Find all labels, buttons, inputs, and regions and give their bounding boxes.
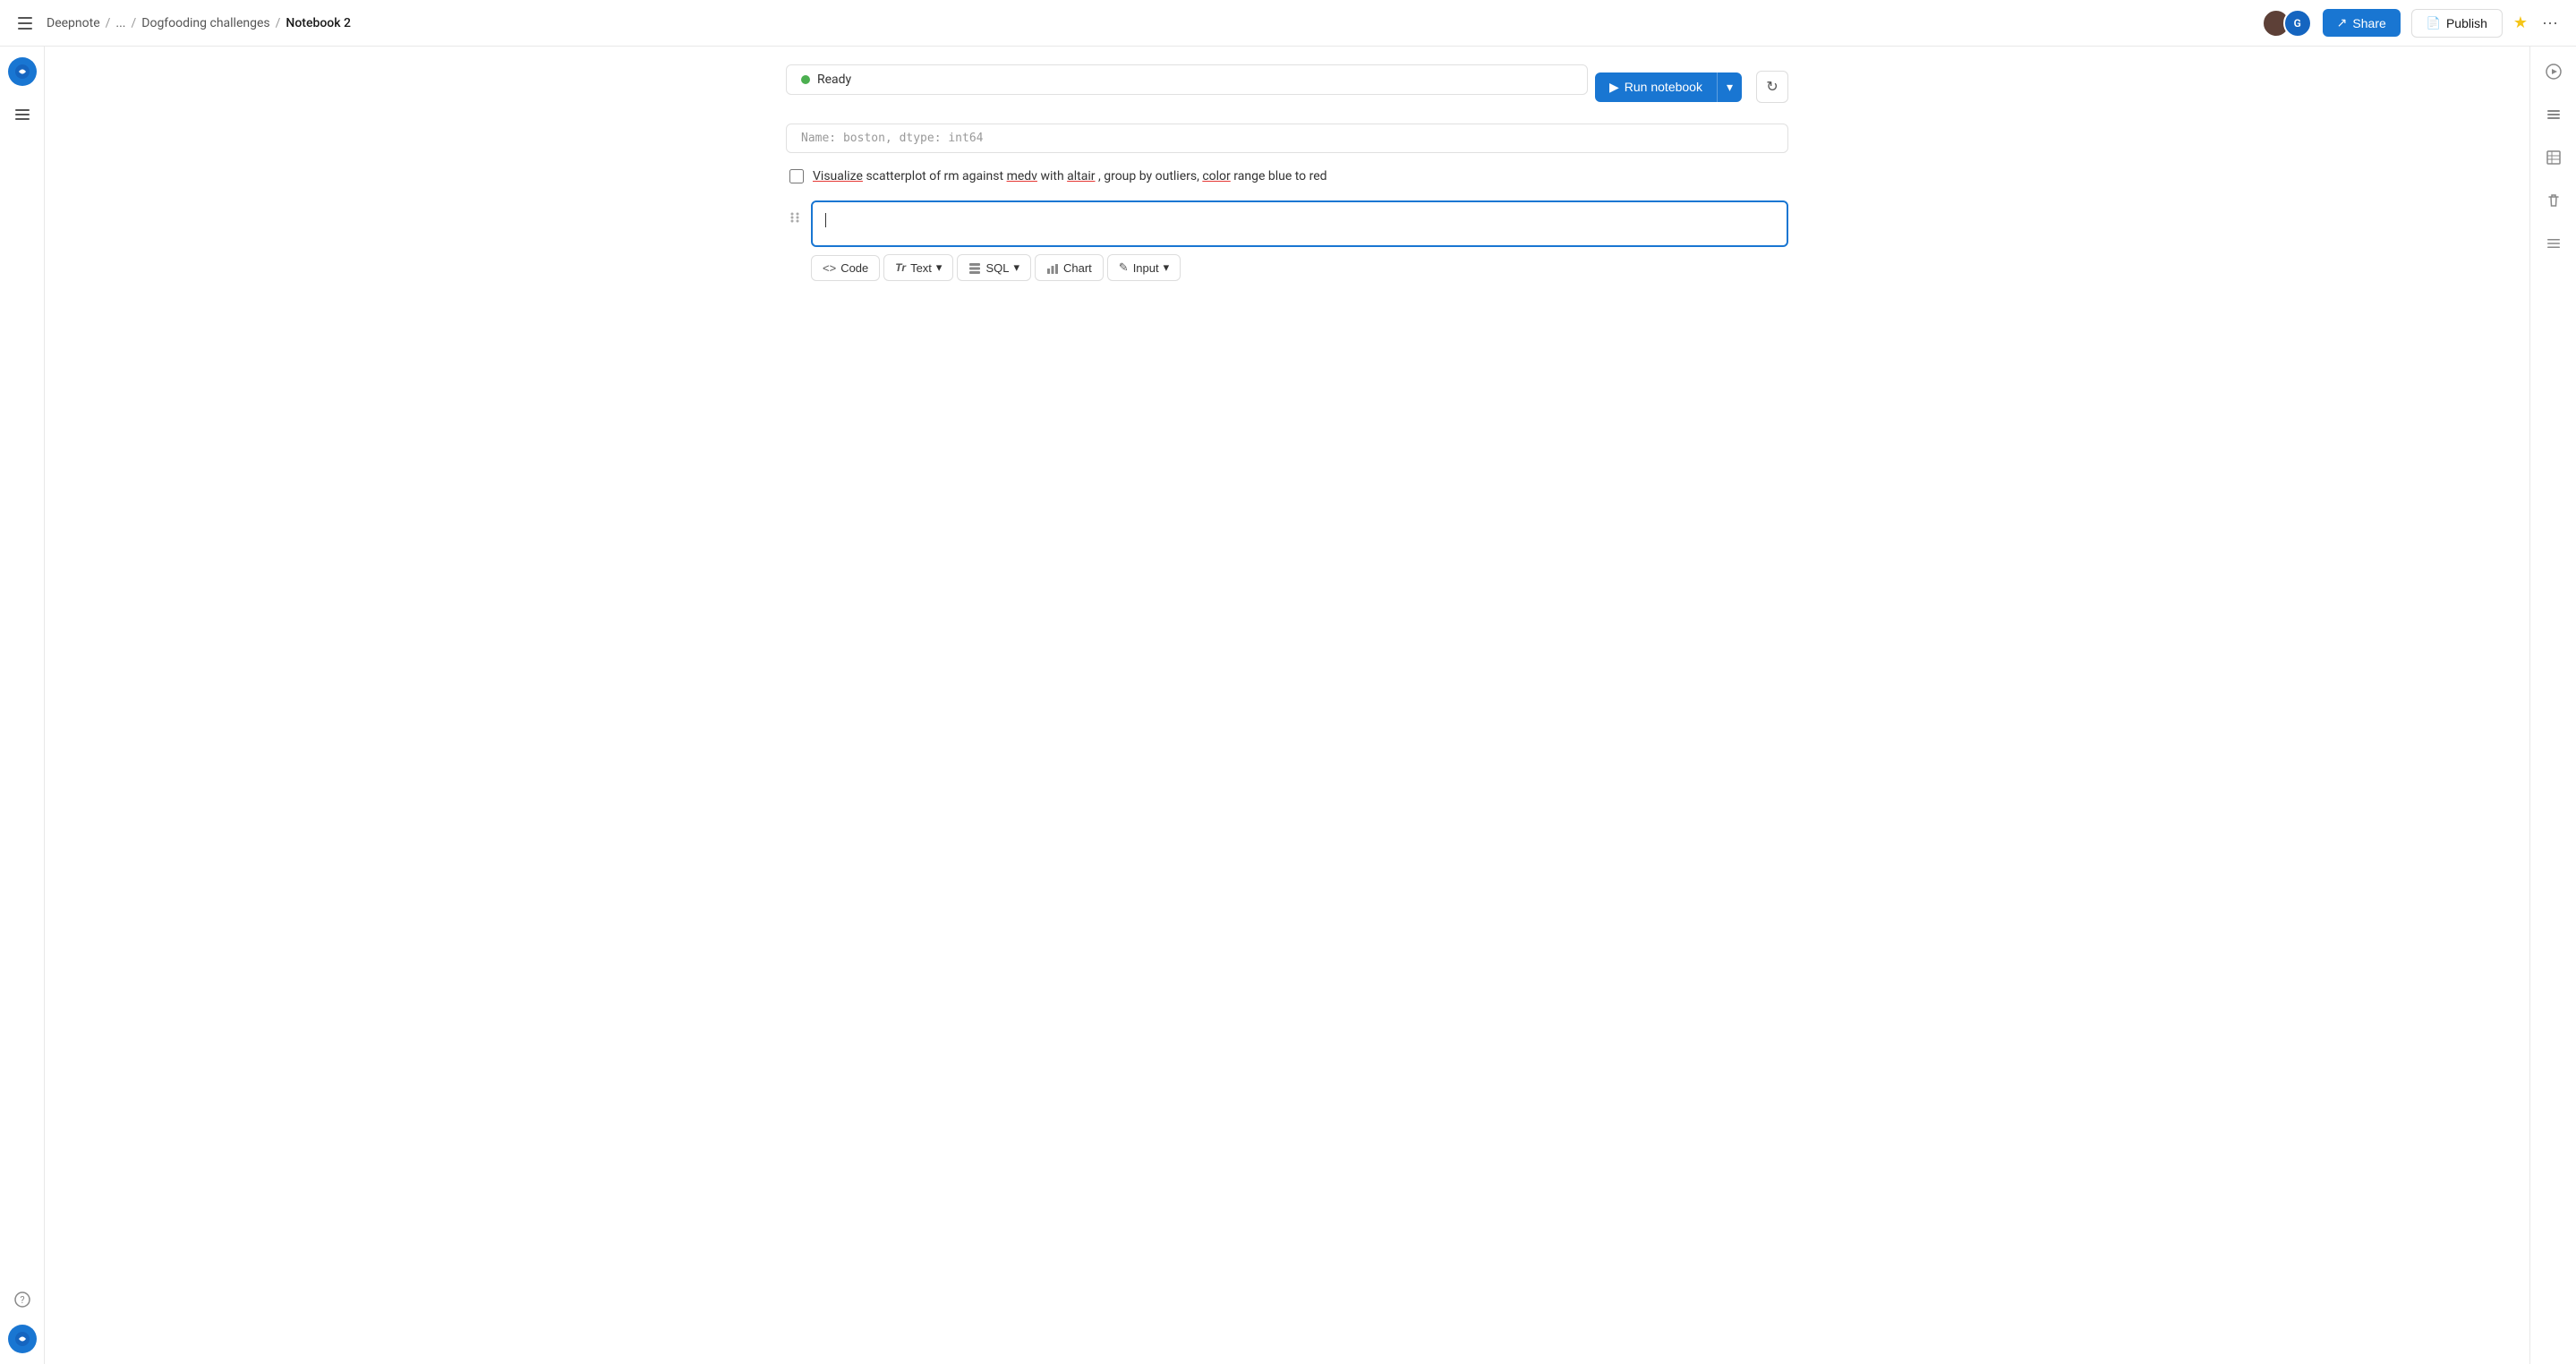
sidebar-icon-menu[interactable] bbox=[8, 100, 37, 129]
color-underline: color bbox=[1202, 169, 1230, 183]
text-icon: Tr bbox=[895, 261, 906, 274]
main-content: Ready ▶ Run notebook ▾ ↻ Name: bost bbox=[45, 47, 2529, 1364]
sidebar-bottom: ? bbox=[8, 1285, 37, 1353]
status-row: Ready ▶ Run notebook ▾ ↻ bbox=[786, 64, 1788, 109]
breadcrumb-current: Notebook 2 bbox=[286, 16, 351, 30]
input-icon: ✎ bbox=[1119, 260, 1129, 275]
run-dropdown-arrow[interactable]: ▾ bbox=[1718, 72, 1742, 102]
topbar: Deepnote / ... / Dogfooding challenges /… bbox=[0, 0, 2576, 47]
sidebar-bottom-logo[interactable] bbox=[8, 1325, 37, 1353]
visualize-underline: Visualize bbox=[813, 169, 863, 183]
run-play-icon: ▶ bbox=[1609, 80, 1619, 95]
cell-drag-handle[interactable] bbox=[786, 200, 804, 224]
right-icon-more[interactable] bbox=[2539, 229, 2568, 258]
chart-label: Chart bbox=[1063, 261, 1092, 275]
toolbar-code-button[interactable]: <> Code bbox=[811, 255, 880, 281]
share-icon: ↗ bbox=[2337, 15, 2348, 30]
svg-text:?: ? bbox=[20, 1294, 24, 1306]
input-dropdown-icon: ▾ bbox=[1164, 260, 1170, 275]
cell-toolbar: <> Code Tr Text ▾ bbox=[811, 247, 1788, 288]
text-cursor bbox=[825, 213, 826, 227]
checkbox-label: Visualize scatterplot of rm against medv… bbox=[813, 167, 1327, 186]
toolbar-input-button[interactable]: ✎ Input ▾ bbox=[1107, 254, 1181, 281]
cell-input[interactable] bbox=[811, 200, 1788, 247]
share-label: Share bbox=[2352, 16, 2385, 30]
status-text: Ready bbox=[817, 72, 851, 87]
share-button[interactable]: ↗ Share bbox=[2323, 9, 2401, 37]
breadcrumb-sep1: / bbox=[106, 16, 111, 30]
run-notebook-label: Run notebook bbox=[1625, 80, 1702, 94]
right-sidebar bbox=[2529, 47, 2576, 1364]
altair-underline: altair bbox=[1067, 169, 1095, 183]
chevron-down-icon: ▾ bbox=[1727, 80, 1733, 95]
text-dropdown-icon: ▾ bbox=[936, 260, 943, 275]
medv-underline: medv bbox=[1007, 169, 1037, 183]
cell-wrapper: <> Code Tr Text ▾ bbox=[811, 200, 1788, 288]
run-notebook-button[interactable]: ▶ Run notebook ▾ bbox=[1595, 72, 1742, 102]
sql-label: SQL bbox=[985, 261, 1009, 275]
task-checkbox[interactable] bbox=[789, 169, 804, 183]
status-bar: Ready bbox=[786, 64, 1588, 95]
breadcrumb-sep2: / bbox=[131, 16, 136, 30]
sql-dropdown-icon: ▾ bbox=[1013, 260, 1019, 275]
breadcrumb: Deepnote / ... / Dogfooding challenges /… bbox=[47, 16, 351, 30]
code-label: Code bbox=[840, 261, 868, 275]
left-sidebar: ? bbox=[0, 47, 45, 1364]
right-icon-delete[interactable] bbox=[2539, 186, 2568, 215]
star-button[interactable]: ★ bbox=[2513, 13, 2528, 32]
publish-icon: 📄 bbox=[2427, 16, 2441, 30]
text-label: Text bbox=[910, 261, 932, 275]
cell-container: <> Code Tr Text ▾ bbox=[786, 200, 1788, 288]
avatar-group: G bbox=[2262, 9, 2312, 38]
toolbar-sql-button[interactable]: SQL ▾ bbox=[957, 254, 1031, 281]
run-notebook-main[interactable]: ▶ Run notebook bbox=[1595, 72, 1718, 102]
faded-cell-text: Name: boston, dtype: int64 bbox=[801, 132, 984, 145]
main-layout: ? Ready ▶ Run n bbox=[0, 47, 2576, 1364]
refresh-button[interactable]: ↻ bbox=[1756, 71, 1788, 103]
menu-icon[interactable] bbox=[14, 11, 39, 36]
sidebar-icon-help[interactable]: ? bbox=[8, 1285, 37, 1314]
status-dot bbox=[801, 75, 810, 84]
right-icon-table[interactable] bbox=[2539, 143, 2568, 172]
topbar-left: Deepnote / ... / Dogfooding challenges /… bbox=[14, 11, 351, 36]
more-button[interactable]: ··· bbox=[2538, 10, 2562, 36]
refresh-icon: ↻ bbox=[1766, 78, 1778, 96]
topbar-right: G ↗ Share 📄 Publish ★ ··· bbox=[2262, 9, 2562, 38]
code-icon: <> bbox=[823, 261, 836, 275]
breadcrumb-sep3: / bbox=[276, 16, 281, 30]
chart-icon bbox=[1046, 260, 1059, 275]
toolbar-chart-button[interactable]: Chart bbox=[1035, 254, 1104, 281]
sql-icon bbox=[968, 260, 981, 275]
notebook-area: Ready ▶ Run notebook ▾ ↻ Name: bost bbox=[750, 64, 1824, 288]
publish-label: Publish bbox=[2446, 16, 2487, 30]
avatar-user2: G bbox=[2283, 9, 2312, 38]
breadcrumb-home[interactable]: Deepnote bbox=[47, 16, 100, 30]
checkbox-row: Visualize scatterplot of rm against medv… bbox=[786, 167, 1788, 186]
sidebar-logo[interactable] bbox=[8, 57, 37, 86]
publish-button[interactable]: 📄 Publish bbox=[2411, 9, 2503, 38]
faded-cell: Name: boston, dtype: int64 bbox=[786, 124, 1788, 153]
toolbar-text-button[interactable]: Tr Text ▾ bbox=[883, 254, 953, 281]
input-label: Input bbox=[1133, 261, 1159, 275]
breadcrumb-parent[interactable]: Dogfooding challenges bbox=[141, 16, 269, 30]
right-icon-run[interactable] bbox=[2539, 57, 2568, 86]
breadcrumb-ellipsis[interactable]: ... bbox=[115, 16, 125, 30]
right-icon-block[interactable] bbox=[2539, 100, 2568, 129]
